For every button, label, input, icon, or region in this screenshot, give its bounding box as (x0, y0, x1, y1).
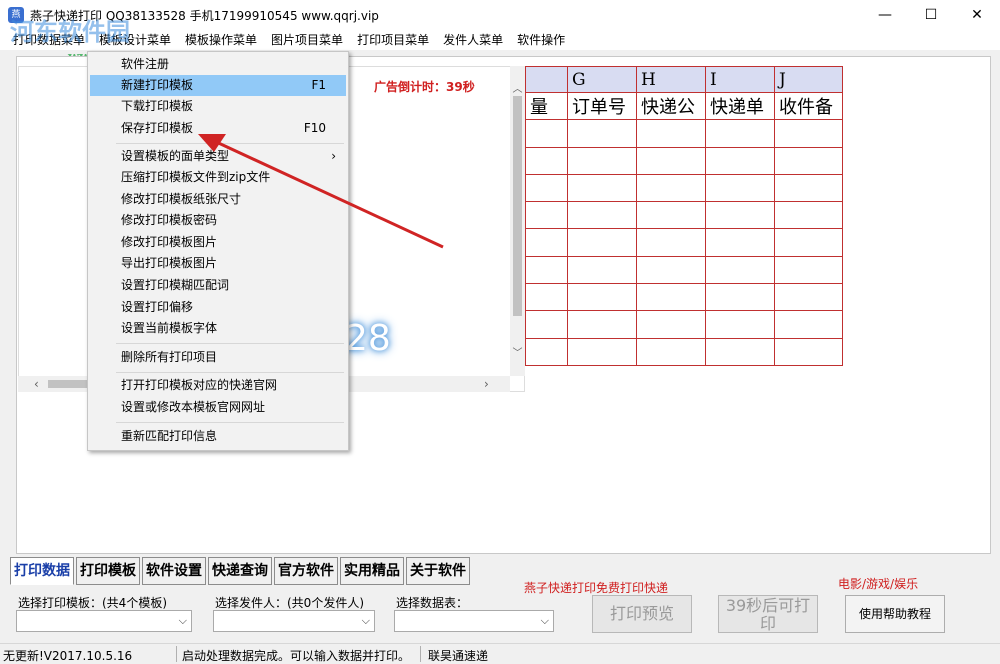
sender-select-label: 选择发件人：(共0个发件人) (215, 596, 364, 610)
grid-field-cell[interactable]: 量 (525, 91, 568, 121)
menu-sender[interactable]: 发件人菜单 (436, 30, 510, 50)
tab-print-data[interactable]: 打印数据 (10, 557, 74, 585)
data-grid[interactable]: G H I J 量 订单号 快递公 快递单 收件备 (525, 66, 843, 366)
menu-image-items[interactable]: 图片项目菜单 (264, 30, 350, 50)
menu-item-export-image[interactable]: 导出打印模板图片 (90, 253, 346, 274)
datatable-select[interactable]: ⌵ (394, 610, 554, 632)
app-icon: 燕 (8, 7, 24, 23)
scroll-up-icon[interactable]: ︿ (510, 80, 525, 95)
shortcut-label: F1 (311, 78, 326, 92)
template-select-label: 选择打印模板：(共4个模板) (18, 596, 167, 610)
menu-print-data[interactable]: 打印数据菜单 (6, 30, 92, 50)
menu-bar: 打印数据菜单 模板设计菜单 模板操作菜单 图片项目菜单 打印项目菜单 发件人菜单… (0, 30, 1000, 50)
status-separator (420, 646, 421, 662)
menu-item-paper-size[interactable]: 修改打印模板纸张尺寸 (90, 189, 346, 210)
tab-about[interactable]: 关于软件 (406, 557, 470, 585)
status-separator (176, 646, 177, 662)
chevron-down-icon: ⌵ (361, 614, 370, 627)
menu-item-compress-zip[interactable]: 压缩打印模板文件到zip文件 (90, 167, 346, 188)
status-courier: 联昊通速递 (428, 649, 489, 663)
status-version: 无更新!V2017.10.5.16 (3, 649, 133, 663)
ad-countdown: 广告倒计时：39秒 (374, 80, 475, 94)
menu-separator (116, 143, 344, 144)
grid-field-cell[interactable]: 订单号 (567, 91, 637, 121)
table-row[interactable] (525, 310, 843, 339)
tab-useful-picks[interactable]: 实用精品 (340, 557, 404, 585)
template-design-dropdown-menu: 软件注册 新建打印模板 F1 下载打印模板 保存打印模板 F10 设置模板的面单类型… (87, 51, 349, 451)
preview-glow-text: 28 (345, 318, 391, 359)
promo-link-free-print[interactable]: 燕子快递打印免费打印快递 (524, 579, 668, 596)
menu-software-ops[interactable]: 软件操作 (510, 30, 572, 50)
menu-item-new-template[interactable]: 新建打印模板 F1 (90, 75, 346, 96)
maximize-button[interactable]: ☐ (908, 0, 954, 30)
grid-field-row: 量 订单号 快递公 快递单 收件备 (525, 91, 843, 121)
table-row[interactable] (525, 146, 843, 175)
print-preview-button[interactable]: 打印预览 (592, 595, 692, 633)
minimize-button[interactable]: — (862, 0, 908, 30)
grid-header-cell[interactable]: J (774, 66, 843, 93)
tab-software-settings[interactable]: 软件设置 (142, 557, 206, 585)
tab-courier-query[interactable]: 快递查询 (208, 557, 272, 585)
menu-separator (116, 372, 344, 373)
menu-item-fuzzy-match[interactable]: 设置打印模糊匹配词 (90, 275, 346, 296)
table-row[interactable] (525, 228, 843, 257)
menu-item-download-template[interactable]: 下载打印模板 (90, 96, 346, 117)
table-row[interactable] (525, 337, 843, 366)
help-tutorial-button[interactable]: 使用帮助教程 (845, 595, 945, 633)
grid-header-cell[interactable]: G (567, 66, 637, 93)
preview-vertical-scrollbar[interactable]: ︿ ﹀ (510, 66, 525, 376)
vertical-scroll-thumb[interactable] (513, 96, 522, 316)
status-bar: 无更新!V2017.10.5.16 启动处理数据完成。可以输入数据并打印。 联昊… (0, 643, 1000, 664)
tab-official-software[interactable]: 官方软件 (274, 557, 338, 585)
table-row[interactable] (525, 119, 843, 148)
chevron-down-icon: ⌵ (178, 614, 187, 627)
tab-print-template[interactable]: 打印模板 (76, 557, 140, 585)
grid-header-cell[interactable] (525, 66, 568, 93)
title-bar: 燕 燕子快递打印 QQ38133528 手机17199910545 www.qq… (0, 0, 1000, 30)
table-row[interactable] (525, 173, 843, 203)
submenu-arrow-icon: › (331, 149, 336, 163)
menu-separator (116, 422, 344, 423)
menu-separator (116, 343, 344, 344)
status-message: 启动处理数据完成。可以输入数据并打印。 (182, 649, 411, 663)
menu-template-design[interactable]: 模板设计菜单 (92, 30, 178, 50)
sender-select[interactable]: ⌵ (213, 610, 375, 632)
chevron-down-icon: ⌵ (540, 614, 549, 627)
menu-template-ops[interactable]: 模板操作菜单 (178, 30, 264, 50)
menu-item-register[interactable]: 软件注册 (90, 54, 346, 75)
menu-item-save-template[interactable]: 保存打印模板 F10 (90, 118, 346, 139)
menu-item-delete-all[interactable]: 删除所有打印项目 (90, 347, 346, 368)
grid-header-row: G H I J (525, 66, 843, 93)
main-tabs: 打印数据 打印模板 软件设置 快递查询 官方软件 实用精品 关于软件 (10, 557, 472, 585)
menu-item-template-image[interactable]: 修改打印模板图片 (90, 232, 346, 253)
datatable-select-label: 选择数据表： (396, 596, 469, 610)
scroll-right-icon[interactable]: › (484, 376, 489, 392)
grid-field-cell[interactable]: 快递公 (636, 91, 706, 121)
grid-field-cell[interactable]: 收件备 (774, 91, 843, 121)
grid-header-cell[interactable]: I (705, 66, 775, 93)
table-row[interactable] (525, 255, 843, 285)
table-row[interactable] (525, 201, 843, 230)
print-button[interactable]: 39秒后可打印 (718, 595, 818, 633)
menu-item-template-password[interactable]: 修改打印模板密码 (90, 210, 346, 231)
shortcut-label: F10 (303, 121, 326, 135)
grid-field-cell[interactable]: 快递单 (705, 91, 775, 121)
menu-item-open-courier-site[interactable]: 打开打印模板对应的快递官网 (90, 375, 346, 396)
scroll-down-icon[interactable]: ﹀ (510, 344, 525, 359)
scroll-left-icon[interactable]: ‹ (34, 376, 39, 392)
menu-item-set-site-url[interactable]: 设置或修改本模板官网网址 (90, 397, 346, 418)
grid-header-cell[interactable]: H (636, 66, 706, 93)
close-button[interactable]: ✕ (954, 0, 1000, 30)
menu-item-set-sheet-type[interactable]: 设置模板的面单类型 › (90, 146, 346, 167)
template-select[interactable]: ⌵ (16, 610, 192, 632)
menu-print-items[interactable]: 打印项目菜单 (350, 30, 436, 50)
table-row[interactable] (525, 283, 843, 312)
promo-link-entertainment[interactable]: 电影/游戏/娱乐 (838, 575, 918, 592)
window-title: 燕子快递打印 QQ38133528 手机17199910545 www.qqrj… (30, 9, 379, 23)
menu-item-print-offset[interactable]: 设置打印偏移 (90, 297, 346, 318)
menu-item-rematch-print[interactable]: 重新匹配打印信息 (90, 426, 346, 447)
menu-item-template-font[interactable]: 设置当前模板字体 (90, 318, 346, 339)
